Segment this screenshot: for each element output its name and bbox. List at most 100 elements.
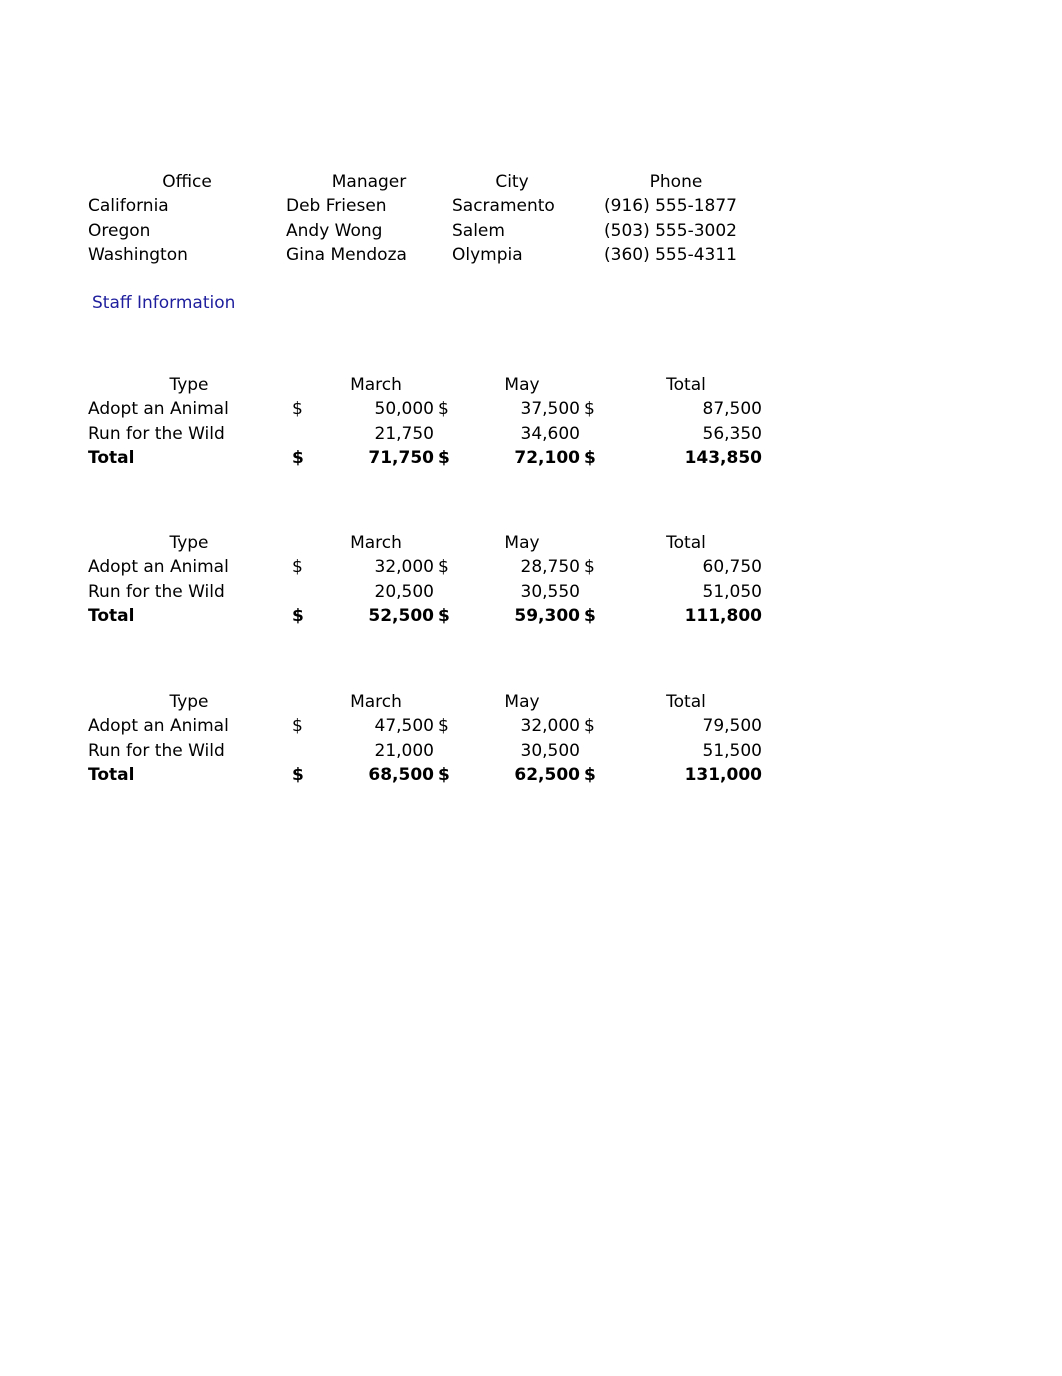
cell-grand-total: 143,850 <box>684 448 762 469</box>
cell-type: Run for the Wild <box>88 581 225 602</box>
cell-march-currency: $ <box>292 557 303 578</box>
table-total-row: Total $ 52,500 $ 59,300 $ 111,800 <box>88 604 764 628</box>
cell-may-value: 30,500 <box>520 740 580 761</box>
cell-march-currency: $ <box>292 765 304 786</box>
cell-phone: (503) 555-3002 <box>604 220 737 241</box>
column-header-total: Total <box>666 692 706 712</box>
cell-total-currency: $ <box>584 765 596 786</box>
cell-march-value: 47,500 <box>374 716 434 737</box>
cell-office: Washington <box>88 245 188 266</box>
table-row: Run for the Wild 20,500 30,550 51,050 <box>88 580 764 604</box>
cell-march-currency: $ <box>292 399 303 420</box>
table-row: Adopt an Animal $ 50,000 $ 37,500 $ 87,5… <box>88 397 764 421</box>
cell-manager: Deb Friesen <box>286 196 387 217</box>
donation-summary-table-1: Type March May Total Adopt an Animal $ 5… <box>88 373 764 471</box>
table-row: California Deb Friesen Sacramento (916) … <box>88 194 764 218</box>
cell-total-label: Total <box>88 765 135 786</box>
cell-may-currency: $ <box>438 448 450 469</box>
spacer-cell <box>290 690 316 714</box>
cell-total-currency: $ <box>584 716 595 737</box>
cell-may-total: 72,100 <box>514 448 580 469</box>
cell-march-currency: $ <box>292 606 304 627</box>
column-header-may: May <box>504 692 540 712</box>
cell-phone: (360) 555-4311 <box>604 245 737 266</box>
spacer-cell <box>290 531 316 555</box>
staff-information-link[interactable]: Staff Information <box>92 292 235 314</box>
cell-may-value: 32,000 <box>520 716 580 737</box>
spacer-cell <box>436 531 462 555</box>
cell-type: Adopt an Animal <box>88 716 229 737</box>
cell-city: Salem <box>452 220 505 241</box>
table-header-row: Type March May Total <box>88 690 764 714</box>
column-header-may: May <box>504 533 540 553</box>
cell-total-value: 60,750 <box>702 557 762 578</box>
table-row: Oregon Andy Wong Salem (503) 555-3002 <box>88 219 764 243</box>
cell-total-currency <box>582 739 608 763</box>
office-contact-table: Office Manager City Phone California Deb… <box>88 170 764 268</box>
spacer-cell <box>582 690 608 714</box>
cell-may-value: 30,550 <box>520 581 580 602</box>
cell-may-total: 59,300 <box>514 606 580 627</box>
cell-march-value: 21,750 <box>374 423 434 444</box>
column-header-phone: Phone <box>649 172 703 192</box>
cell-grand-total: 131,000 <box>684 765 762 786</box>
table-header-row: Type March May Total <box>88 373 764 397</box>
cell-total-value: 51,500 <box>702 740 762 761</box>
cell-march-currency: $ <box>292 448 304 469</box>
cell-may-currency <box>436 739 462 763</box>
cell-grand-total: 111,800 <box>684 606 762 627</box>
column-header-type: Type <box>169 533 209 553</box>
cell-may-currency: $ <box>438 716 449 737</box>
spacer-cell <box>582 373 608 397</box>
cell-march-value: 32,000 <box>374 557 434 578</box>
cell-total-currency: $ <box>584 448 596 469</box>
cell-total-value: 51,050 <box>702 581 762 602</box>
cell-may-total: 62,500 <box>514 765 580 786</box>
cell-may-currency <box>436 580 462 604</box>
cell-may-value: 34,600 <box>520 423 580 444</box>
cell-office: Oregon <box>88 220 151 241</box>
cell-march-value: 21,000 <box>374 740 434 761</box>
cell-march-total: 71,750 <box>368 448 434 469</box>
cell-march-value: 20,500 <box>374 581 434 602</box>
spacer-cell <box>290 373 316 397</box>
cell-total-currency: $ <box>584 606 596 627</box>
column-header-total: Total <box>666 533 706 553</box>
column-header-march: March <box>350 375 402 395</box>
cell-manager: Andy Wong <box>286 220 383 241</box>
cell-total-value: 56,350 <box>702 423 762 444</box>
table-header-row: Office Manager City Phone <box>88 170 764 194</box>
donation-summary-table-3: Type March May Total Adopt an Animal $ 4… <box>88 690 764 788</box>
table-row: Adopt an Animal $ 32,000 $ 28,750 $ 60,7… <box>88 555 764 579</box>
column-header-march: March <box>350 692 402 712</box>
cell-march-total: 68,500 <box>368 765 434 786</box>
cell-type: Run for the Wild <box>88 423 225 444</box>
column-header-type: Type <box>169 692 209 712</box>
table-total-row: Total $ 71,750 $ 72,100 $ 143,850 <box>88 446 764 470</box>
cell-may-value: 28,750 <box>520 557 580 578</box>
column-header-city: City <box>495 172 529 192</box>
column-header-manager: Manager <box>331 172 407 192</box>
cell-may-currency: $ <box>438 399 449 420</box>
cell-type: Adopt an Animal <box>88 557 229 578</box>
cell-manager: Gina Mendoza <box>286 245 407 266</box>
cell-march-currency: $ <box>292 716 303 737</box>
table-total-row: Total $ 68,500 $ 62,500 $ 131,000 <box>88 763 764 787</box>
cell-march-total: 52,500 <box>368 606 434 627</box>
cell-may-value: 37,500 <box>520 399 580 420</box>
column-header-may: May <box>504 375 540 395</box>
cell-total-currency: $ <box>584 399 595 420</box>
cell-total-currency <box>582 422 608 446</box>
cell-total-label: Total <box>88 448 135 469</box>
table-row: Run for the Wild 21,750 34,600 56,350 <box>88 422 764 446</box>
cell-may-currency: $ <box>438 765 450 786</box>
table-row: Adopt an Animal $ 47,500 $ 32,000 $ 79,5… <box>88 714 764 738</box>
table-row: Washington Gina Mendoza Olympia (360) 55… <box>88 243 764 267</box>
column-header-march: March <box>350 533 402 553</box>
cell-office: California <box>88 196 169 217</box>
table-header-row: Type March May Total <box>88 531 764 555</box>
cell-march-value: 50,000 <box>374 399 434 420</box>
donation-summary-table-2: Type March May Total Adopt an Animal $ 3… <box>88 531 764 629</box>
worksheet-page: Office Manager City Phone California Deb… <box>0 0 1062 1376</box>
cell-total-value: 87,500 <box>702 399 762 420</box>
